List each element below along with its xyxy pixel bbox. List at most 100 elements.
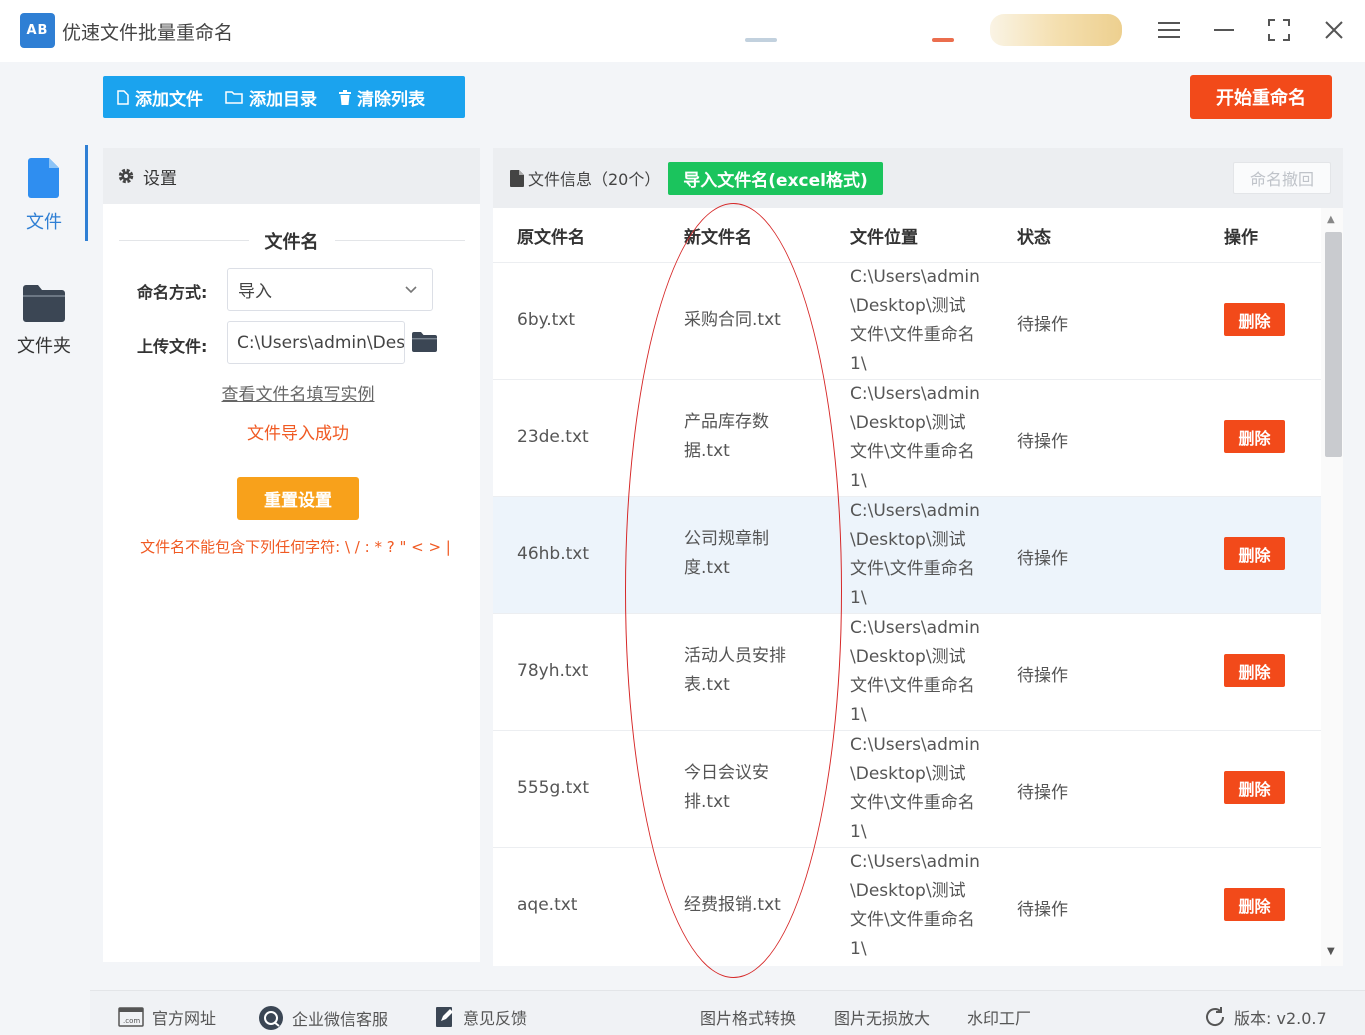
promo-decoration bbox=[745, 38, 777, 42]
official-site-link[interactable]: .com 官方网址 bbox=[118, 1005, 216, 1029]
table-row[interactable]: 78yh.txt 活动人员安排 表.txt C:\Users\admin\Desk… bbox=[493, 613, 1321, 730]
website-icon: .com bbox=[118, 1007, 144, 1027]
feedback-label: 意见反馈 bbox=[463, 1009, 528, 1028]
file-icon bbox=[28, 158, 59, 198]
upload-file-label: 上传文件: bbox=[137, 337, 208, 356]
file-info: 文件信息（20个） bbox=[510, 166, 660, 190]
new-filename-line: 活动人员安排 bbox=[684, 646, 786, 666]
file-location: C:\Users\admin\Desktop\测试文件\文件重命名1\ bbox=[850, 384, 980, 491]
original-filename: 555g.txt bbox=[517, 778, 590, 798]
minimize-icon[interactable] bbox=[1208, 14, 1240, 46]
table-row[interactable]: 555g.txt 今日会议安 排.txt C:\Users\admin\Deskt… bbox=[493, 730, 1321, 847]
add-folder-label: 添加目录 bbox=[249, 89, 317, 110]
add-files-button[interactable]: 添加文件 bbox=[117, 85, 203, 110]
toolbar: 添加文件 添加目录 清除列表 bbox=[103, 76, 465, 118]
column-header-action: 操作 bbox=[1224, 228, 1258, 248]
folder-outline-icon bbox=[225, 91, 243, 104]
refresh-icon bbox=[1206, 1007, 1225, 1026]
browse-folder-icon[interactable] bbox=[412, 332, 437, 356]
original-filename: 23de.txt bbox=[517, 427, 589, 447]
table-row[interactable]: 46hb.txt 公司规章制 度.txt C:\Users\admin\Deskt… bbox=[493, 496, 1321, 613]
close-icon[interactable] bbox=[1318, 14, 1350, 46]
version-label: 版本: v2.0.7 bbox=[1234, 1009, 1327, 1028]
delete-button[interactable]: 删除 bbox=[1224, 420, 1285, 453]
new-filename-line: 今日会议安 bbox=[684, 763, 769, 783]
column-header-original: 原文件名 bbox=[517, 228, 585, 248]
app-title: 优速文件批量重命名 bbox=[62, 22, 234, 44]
feedback-link[interactable]: 意见反馈 bbox=[435, 1005, 527, 1029]
wechat-support-link[interactable]: 企业微信客服 bbox=[258, 1005, 388, 1031]
file-location: C:\Users\admin\Desktop\测试文件\文件重命名1\ bbox=[850, 618, 980, 725]
reset-settings-button[interactable]: 重置设置 bbox=[237, 477, 359, 520]
delete-button[interactable]: 删除 bbox=[1224, 537, 1285, 570]
image-convert-link[interactable]: 图片格式转换 bbox=[700, 1005, 796, 1029]
column-header-status: 状态 bbox=[1017, 228, 1051, 248]
table-row[interactable]: 23de.txt 产品库存数 据.txt C:\Users\admin\Deskt… bbox=[493, 379, 1321, 496]
file-table-body: 6by.txt 采购合同.txt C:\Users\admin\Desktop\… bbox=[493, 262, 1321, 966]
import-status-text: 文件导入成功 bbox=[247, 424, 349, 444]
original-filename: aqe.txt bbox=[517, 895, 578, 915]
settings-title: 设置 bbox=[143, 168, 177, 189]
nav-label-folder: 文件夹 bbox=[17, 336, 71, 357]
section-title: 文件名 bbox=[264, 232, 319, 253]
delete-button[interactable]: 删除 bbox=[1224, 303, 1285, 336]
new-filename: 采购合同.txt bbox=[684, 306, 816, 335]
new-filename: 产品库存数 据.txt bbox=[684, 408, 816, 466]
nav-item-folder[interactable]: 文件夹 bbox=[0, 284, 88, 358]
nav-label-file: 文件 bbox=[26, 212, 62, 233]
upload-file-input[interactable]: C:\Users\admin\Desktop bbox=[227, 321, 405, 364]
start-rename-button[interactable]: 开始重命名 bbox=[1190, 75, 1332, 119]
status-text: 待操作 bbox=[1017, 666, 1068, 686]
new-filename-line: 排.txt bbox=[684, 792, 730, 812]
invalid-chars-warning: 文件名不能包含下列任何字符: \ / : * ? " < > | bbox=[140, 538, 451, 556]
delete-button[interactable]: 删除 bbox=[1224, 654, 1285, 687]
app-logo: AB bbox=[20, 13, 55, 48]
delete-button[interactable]: 删除 bbox=[1224, 888, 1285, 921]
divider bbox=[335, 240, 465, 241]
file-location: C:\Users\admin\Desktop\测试文件\文件重命名1\ bbox=[850, 267, 980, 374]
column-header-new: 新文件名 bbox=[684, 228, 752, 248]
delete-button[interactable]: 删除 bbox=[1224, 771, 1285, 804]
column-header-location: 文件位置 bbox=[850, 228, 918, 248]
status-text: 待操作 bbox=[1017, 549, 1068, 569]
original-filename: 6by.txt bbox=[517, 310, 576, 330]
document-icon bbox=[510, 169, 524, 187]
scrollbar-thumb[interactable] bbox=[1325, 232, 1342, 457]
edit-icon bbox=[436, 1007, 453, 1027]
menu-icon[interactable] bbox=[1153, 14, 1185, 46]
nav-item-file[interactable]: 文件 bbox=[0, 158, 88, 234]
example-link[interactable]: 查看文件名填写实例 bbox=[103, 380, 493, 405]
gear-icon bbox=[118, 168, 134, 184]
add-folder-button[interactable]: 添加目录 bbox=[225, 85, 317, 110]
file-outline-icon bbox=[117, 89, 129, 105]
promo-decoration bbox=[932, 38, 954, 42]
new-filename-line: 度.txt bbox=[684, 558, 730, 578]
import-excel-button[interactable]: 导入文件名(excel格式) bbox=[668, 162, 883, 195]
file-table-header-bar: 文件信息（20个） 导入文件名(excel格式) 命名撤回 bbox=[493, 148, 1343, 208]
svg-text:.com: .com bbox=[123, 1017, 140, 1025]
new-filename: 经费报销.txt bbox=[684, 891, 816, 920]
status-text: 待操作 bbox=[1017, 432, 1068, 452]
table-row[interactable]: aqe.txt 经费报销.txt C:\Users\admin\Desktop\… bbox=[493, 847, 1321, 964]
settings-header: 设置 bbox=[103, 148, 480, 204]
new-filename-line: 表.txt bbox=[684, 675, 730, 695]
fullscreen-icon[interactable] bbox=[1263, 14, 1295, 46]
promo-banner[interactable] bbox=[990, 14, 1122, 46]
naming-mode-label: 命名方式: bbox=[137, 283, 208, 302]
trash-icon bbox=[339, 89, 351, 105]
official-site-label: 官方网址 bbox=[152, 1009, 217, 1028]
table-row[interactable]: 6by.txt 采购合同.txt C:\Users\admin\Desktop\… bbox=[493, 262, 1321, 379]
undo-rename-button[interactable]: 命名撤回 bbox=[1233, 162, 1331, 194]
new-filename: 公司规章制 度.txt bbox=[684, 525, 816, 583]
version-info[interactable]: 版本: v2.0.7 bbox=[1204, 1005, 1327, 1029]
file-location: C:\Users\admin\Desktop\测试文件\文件重命名1\ bbox=[850, 501, 980, 608]
footer-bar: .com 官方网址 企业微信客服 意见反馈 图片格式转换 图片无损放大 水印工厂… bbox=[90, 990, 1365, 1035]
wechat-support-label: 企业微信客服 bbox=[292, 1010, 389, 1029]
clear-list-button[interactable]: 清除列表 bbox=[339, 85, 425, 110]
scroll-down-arrow[interactable]: ▼ bbox=[1327, 946, 1335, 957]
scroll-up-arrow[interactable]: ▲ bbox=[1327, 214, 1335, 225]
watermark-link[interactable]: 水印工厂 bbox=[967, 1005, 1031, 1029]
image-enlarge-link[interactable]: 图片无损放大 bbox=[834, 1005, 930, 1029]
naming-mode-select[interactable]: 导入 bbox=[227, 268, 433, 311]
new-filename-line: 产品库存数 bbox=[684, 412, 769, 432]
